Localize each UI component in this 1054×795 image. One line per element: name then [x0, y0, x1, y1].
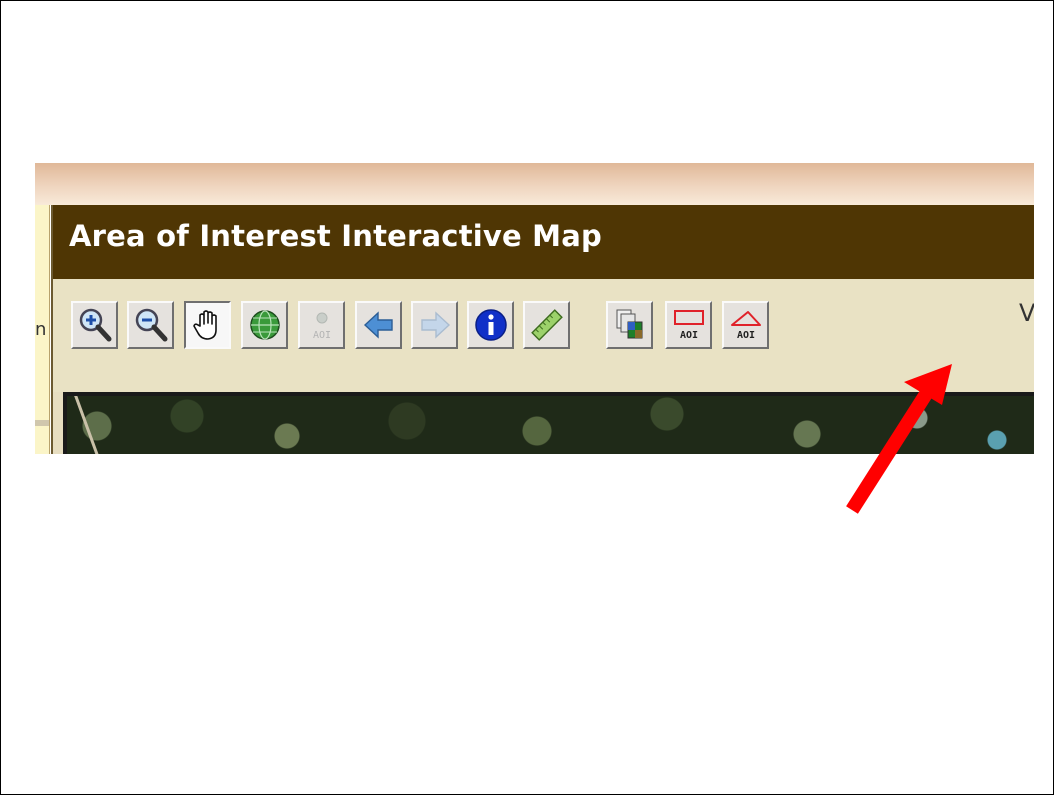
globe-icon	[250, 310, 280, 340]
aoi-label: AOI	[313, 330, 331, 341]
forward-button-disabled[interactable]	[411, 301, 458, 349]
zoom-out-button[interactable]	[127, 301, 174, 349]
aoi-rectangle-icon: AOI	[674, 310, 704, 341]
identify-button[interactable]	[467, 301, 514, 349]
hand-icon	[193, 310, 217, 340]
screenshot-crop: n Area of Interest Interactive Map AOI A…	[35, 163, 1034, 454]
header-gradient-band	[35, 163, 1034, 205]
left-peek-text: n	[35, 319, 47, 340]
map-road	[71, 396, 106, 454]
window-title: Area of Interest Interactive Map	[69, 219, 602, 253]
aoi-label: AOI	[737, 330, 755, 341]
aoi-label: AOI	[680, 330, 698, 341]
aoi-polygon-icon: AOI	[731, 311, 761, 341]
magnifier-plus-icon	[79, 308, 112, 342]
window-titlebar: Area of Interest Interactive Map	[53, 205, 1034, 279]
layers-icon	[616, 309, 643, 339]
aerial-map-view[interactable]	[63, 392, 1034, 454]
ruler-icon	[531, 309, 563, 341]
aoi-polygon-button[interactable]: AOI	[722, 301, 769, 349]
back-button[interactable]	[355, 301, 402, 349]
aoi-point-icon: AOI	[313, 312, 331, 341]
magnifier-minus-icon	[135, 308, 168, 342]
full-extent-button[interactable]	[241, 301, 288, 349]
zoom-to-aoi-button-disabled[interactable]: AOI	[298, 301, 345, 349]
aoi-rectangle-button[interactable]: AOI	[665, 301, 712, 349]
zoom-in-button[interactable]	[71, 301, 118, 349]
aoi-map-window: Area of Interest Interactive Map AOI AOI…	[51, 205, 1034, 454]
left-panel-divider	[35, 420, 49, 426]
layers-button[interactable]	[606, 301, 653, 349]
info-icon	[475, 309, 507, 341]
toolbar-overflow-text: V	[1019, 299, 1034, 327]
arrow-left-icon	[363, 311, 393, 339]
pan-button[interactable]	[184, 301, 231, 349]
map-toolbar: AOI AOI AOI V	[53, 279, 1034, 392]
arrow-right-icon	[421, 311, 451, 339]
measure-button[interactable]	[523, 301, 570, 349]
